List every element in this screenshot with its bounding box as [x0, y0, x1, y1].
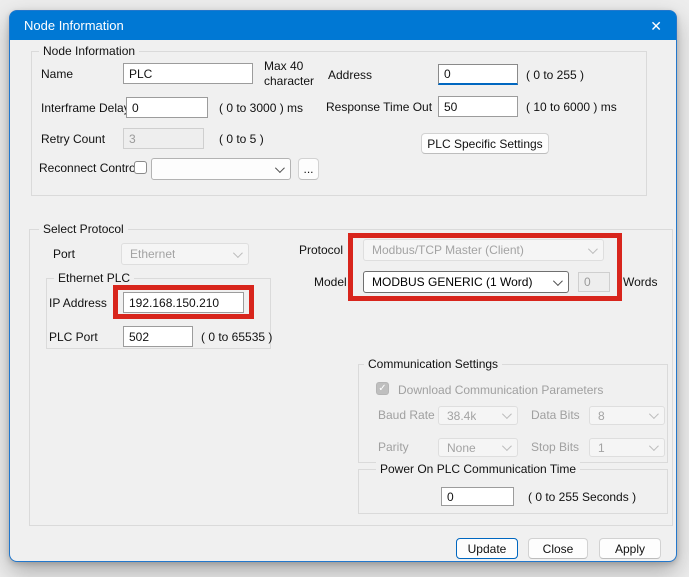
reconnect-control-dropdown[interactable]: [151, 158, 291, 180]
name-label: Name: [41, 67, 74, 81]
chevron-down-icon: [587, 243, 598, 254]
update-button[interactable]: Update: [456, 538, 518, 559]
baud-rate-dropdown-value: 38.4k: [447, 408, 477, 423]
plc-port-hint: ( 0 to 65535 ): [201, 330, 273, 344]
address-hint: ( 0 to 255 ): [526, 68, 585, 82]
interframe-delay-hint: ( 0 to 3000 ) ms: [219, 101, 304, 115]
ethernet-plc-group-label: Ethernet PLC: [54, 271, 135, 285]
chevron-down-icon: [232, 247, 243, 258]
protocol-label: Protocol: [299, 243, 344, 257]
retry-count-label: Retry Count: [41, 132, 106, 146]
name-input[interactable]: [123, 63, 253, 84]
close-icon[interactable]: ✕: [650, 19, 662, 33]
dialog-titlebar[interactable]: Node Information ✕: [10, 11, 676, 40]
stop-bits-label: Stop Bits: [531, 440, 580, 454]
port-dropdown[interactable]: Ethernet: [121, 243, 249, 265]
parity-label: Parity: [378, 440, 409, 454]
communication-settings-group-label: Communication Settings: [364, 357, 503, 371]
stop-bits-dropdown-value: 1: [598, 440, 605, 455]
parity-dropdown: None: [438, 438, 518, 457]
apply-button[interactable]: Apply: [599, 538, 661, 559]
power-on-time-hint: ( 0 to 255 Seconds ): [528, 490, 637, 504]
plc-port-input[interactable]: [123, 326, 193, 347]
chevron-down-icon: [274, 162, 285, 173]
browse-button[interactable]: ...: [298, 158, 319, 180]
response-time-out-input[interactable]: [438, 96, 518, 117]
model-dropdown-value: MODBUS GENERIC (1 Word): [372, 275, 533, 289]
check-icon: ✓: [378, 383, 387, 394]
data-bits-label: Data Bits: [531, 408, 580, 422]
parity-dropdown-value: None: [447, 440, 476, 455]
model-label: Model: [314, 275, 347, 289]
chevron-down-icon: [648, 441, 659, 452]
plc-specific-settings-button[interactable]: PLC Specific Settings: [421, 133, 549, 154]
close-button[interactable]: Close: [528, 538, 588, 559]
response-time-out-label: Response Time Out: [326, 100, 433, 114]
ip-address-input[interactable]: [123, 292, 244, 313]
baud-rate-dropdown: 38.4k: [438, 406, 518, 425]
reconnect-control-checkbox[interactable]: [134, 161, 147, 174]
ip-address-label: IP Address: [49, 296, 107, 310]
interframe-delay-input[interactable]: [126, 97, 208, 118]
download-params-label: Download Communication Parameters: [398, 383, 604, 397]
chevron-down-icon: [648, 409, 659, 420]
power-on-time-input[interactable]: [441, 487, 514, 506]
address-label: Address: [328, 68, 373, 82]
power-on-time-group-label: Power On PLC Communication Time: [376, 462, 581, 476]
model-dropdown[interactable]: MODBUS GENERIC (1 Word): [363, 271, 569, 293]
data-bits-dropdown-value: 8: [598, 408, 605, 423]
plc-port-label: PLC Port: [49, 330, 98, 344]
interframe-delay-label: Interframe Delay: [41, 101, 130, 115]
node-information-dialog: Node Information ✕ Node Information Name…: [9, 10, 677, 562]
chevron-down-icon: [552, 275, 563, 286]
select-protocol-group-label: Select Protocol: [39, 222, 128, 236]
chevron-down-icon: [501, 409, 512, 420]
node-information-group-label: Node Information: [39, 44, 140, 58]
protocol-dropdown-value: Modbus/TCP Master (Client): [372, 243, 524, 257]
dialog-title: Node Information: [24, 18, 124, 33]
baud-rate-label: Baud Rate: [378, 408, 435, 422]
chevron-down-icon: [501, 441, 512, 452]
response-time-out-hint: ( 10 to 6000 ) ms: [526, 100, 617, 114]
reconnect-control-label: Reconnect Control: [39, 161, 139, 175]
protocol-dropdown[interactable]: Modbus/TCP Master (Client): [363, 239, 604, 261]
port-label: Port: [53, 247, 76, 261]
retry-count-hint: ( 0 to 5 ): [219, 132, 264, 146]
port-dropdown-value: Ethernet: [130, 247, 176, 261]
download-params-checkbox: ✓: [376, 382, 389, 395]
words-input: [578, 272, 610, 292]
name-hint: Max 40 character: [264, 59, 315, 88]
words-label: Words: [623, 275, 658, 289]
retry-count-input: [123, 128, 204, 149]
address-input[interactable]: [438, 64, 518, 85]
stop-bits-dropdown: 1: [589, 438, 665, 457]
data-bits-dropdown: 8: [589, 406, 665, 425]
